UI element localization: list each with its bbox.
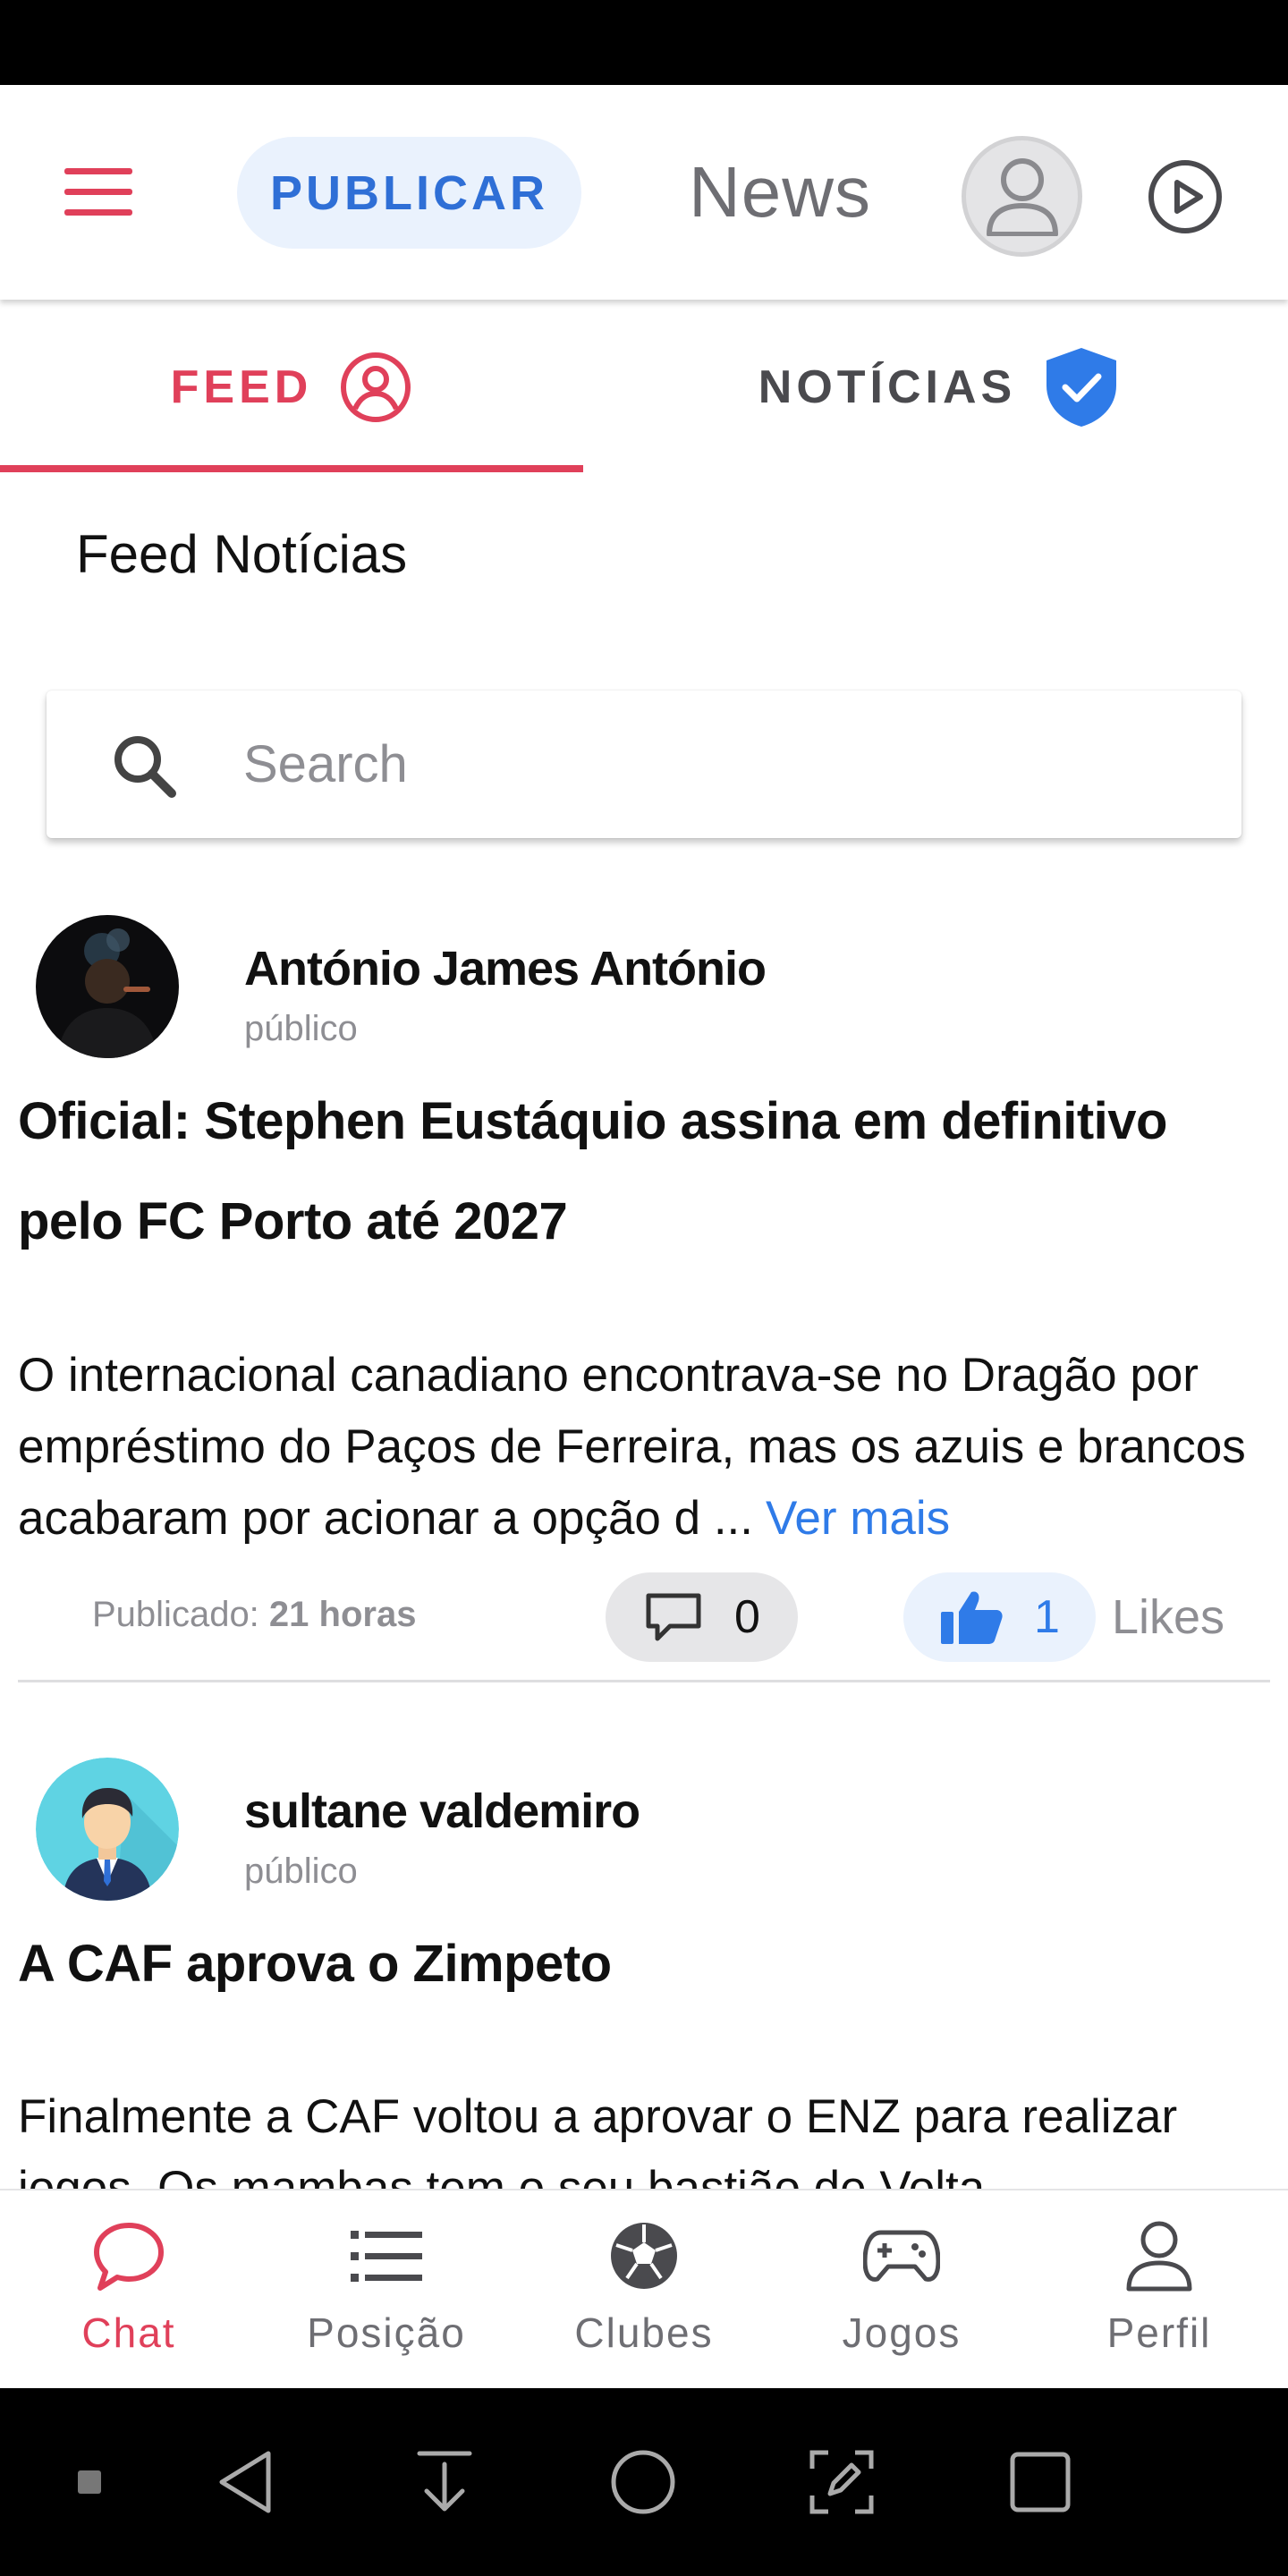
- list-icon: [351, 2231, 422, 2282]
- person-icon: [1126, 2221, 1192, 2292]
- play-button[interactable]: [1145, 157, 1225, 237]
- comment-button[interactable]: 0: [606, 1572, 798, 1662]
- play-circle-icon: [1148, 160, 1222, 233]
- search-input[interactable]: [243, 717, 1209, 811]
- profile-avatar-button[interactable]: [962, 136, 1082, 257]
- nav-label-posicao: Posição: [307, 2309, 466, 2356]
- download-arrow-icon: [417, 2451, 472, 2512]
- businessman-avatar-icon: [36, 1758, 179, 1901]
- system-dot-button[interactable]: [45, 2437, 134, 2527]
- edit-screenshot-icon: [809, 2450, 874, 2514]
- post-visibility: público: [244, 1009, 358, 1048]
- system-download-button[interactable]: [400, 2437, 489, 2527]
- author-avatar[interactable]: [36, 1758, 179, 1901]
- search-bar: [47, 691, 1241, 838]
- section-title: Feed Notícias: [76, 524, 408, 584]
- app-header: PUBLICAR News: [0, 85, 1288, 300]
- publish-button[interactable]: PUBLICAR: [237, 137, 581, 249]
- post-body: O internacional canadiano encontrava-se …: [18, 1340, 1270, 1555]
- back-triangle-icon: [219, 2451, 271, 2513]
- nav-item-jogos[interactable]: Jogos: [773, 2190, 1030, 2390]
- system-recents-button[interactable]: [996, 2437, 1085, 2527]
- see-more-link[interactable]: Ver mais: [766, 1492, 950, 1545]
- likes-label: Likes: [1112, 1590, 1225, 1644]
- tab-noticias[interactable]: NOTÍCIAS: [617, 300, 1261, 474]
- status-bar: [0, 0, 1288, 85]
- feed-tabs: FEED NOTÍCIAS: [0, 300, 1288, 474]
- system-home-button[interactable]: [598, 2437, 688, 2527]
- tab-feed-label: FEED: [170, 360, 313, 413]
- nav-label-perfil: Perfil: [1106, 2309, 1212, 2356]
- user-avatar-icon: [986, 157, 1058, 236]
- nav-item-chat[interactable]: Chat: [0, 2190, 258, 2390]
- nav-item-clubes[interactable]: Clubes: [515, 2190, 773, 2390]
- post-body-text: Finalmente a CAF voltou a aprovar o ENZ …: [18, 2090, 1178, 2189]
- post-published: Publicado: 21 horas: [92, 1588, 416, 1641]
- verified-shield-icon: [1046, 347, 1117, 427]
- system-screenshot-button[interactable]: [797, 2437, 886, 2527]
- soccer-ball-icon: [611, 2223, 677, 2289]
- account-circle-icon: [341, 352, 411, 422]
- hamburger-menu-icon: [64, 168, 132, 216]
- gamepad-icon: [863, 2230, 940, 2282]
- post-author-name[interactable]: António James António: [244, 937, 767, 1000]
- post-title[interactable]: Oficial: Stephen Eustáquio assina em def…: [18, 1072, 1270, 1272]
- nav-label-chat: Chat: [81, 2309, 176, 2356]
- app-title: News: [689, 152, 872, 232]
- published-time: 21 horas: [268, 1595, 417, 1634]
- recents-square-icon: [1010, 2452, 1071, 2512]
- bottom-navigation: Chat Posição Clubes Jogos Perfil: [0, 2189, 1288, 2388]
- post-divider: [18, 1680, 1270, 1682]
- nav-item-posicao[interactable]: Posição: [258, 2190, 515, 2390]
- nav-label-clubes: Clubes: [574, 2309, 714, 2356]
- post-body-text: O internacional canadiano encontrava-se …: [18, 1349, 1246, 1545]
- menu-button[interactable]: [54, 157, 143, 228]
- like-button[interactable]: 1: [903, 1572, 1096, 1662]
- published-label: Publicado:: [92, 1595, 259, 1634]
- post-body: Finalmente a CAF voltou a aprovar o ENZ …: [18, 2081, 1270, 2189]
- nav-label-jogos: Jogos: [842, 2309, 962, 2356]
- system-back-button[interactable]: [201, 2437, 291, 2527]
- post-visibility: público: [244, 1852, 358, 1891]
- comment-icon: [646, 1593, 701, 1641]
- search-icon: [114, 736, 176, 798]
- active-tab-indicator: [0, 465, 583, 472]
- square-dot-icon: [78, 2470, 101, 2494]
- like-count: 1: [1034, 1591, 1060, 1643]
- nav-item-perfil[interactable]: Perfil: [1030, 2190, 1288, 2390]
- post-author-name[interactable]: sultane valdemiro: [244, 1780, 640, 1843]
- tab-feed[interactable]: FEED: [0, 300, 583, 474]
- home-circle-icon: [611, 2450, 675, 2514]
- tab-noticias-label: NOTÍCIAS: [758, 360, 1017, 413]
- chat-bubble-icon: [94, 2223, 164, 2291]
- author-photo-icon: [36, 915, 179, 1058]
- post-card[interactable]: sultane valdemiro público A CAF aprova o…: [0, 1755, 1288, 2189]
- comment-count: 0: [734, 1591, 760, 1643]
- post-card[interactable]: António James António público Oficial: S…: [0, 912, 1288, 1683]
- author-avatar[interactable]: [36, 915, 179, 1058]
- thumbs-up-icon: [941, 1591, 1003, 1644]
- system-navigation-bar: [0, 2388, 1288, 2576]
- post-title[interactable]: A CAF aprova o Zimpeto: [18, 1914, 1270, 2014]
